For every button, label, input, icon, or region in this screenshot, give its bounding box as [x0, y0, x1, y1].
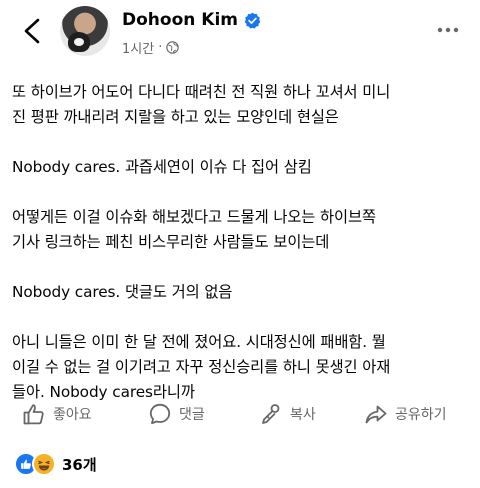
comment-button[interactable]: 댓글 — [148, 396, 205, 432]
post-paragraph: 또 하이브가 어도어 다니다 때려친 전 직원 하나 꼬셔서 미니 진 평판 까… — [12, 83, 391, 126]
post-paragraph: Nobody cares. 댓글도 거의 없음 — [12, 283, 233, 301]
copy-button[interactable]: 복사 — [259, 396, 316, 432]
more-options-icon[interactable] — [436, 22, 460, 38]
haha-reaction-icon — [32, 452, 56, 476]
back-arrow-icon[interactable] — [18, 16, 46, 46]
laughing-face-icon — [38, 460, 50, 471]
post-body: 또 하이브가 어도어 다니다 때려친 전 직원 하나 꼬셔서 미니 진 평판 까… — [12, 80, 474, 430]
avatar-cat-patch — [74, 38, 84, 46]
share-button[interactable]: 공유하기 — [364, 396, 447, 432]
avatar[interactable] — [60, 6, 110, 56]
comment-icon — [149, 403, 171, 425]
like-button[interactable]: 좋아요 — [22, 396, 92, 432]
reaction-summary[interactable]: 36개 — [14, 452, 97, 476]
thumbs-up-small-icon — [21, 459, 31, 469]
globe-icon — [166, 41, 180, 54]
like-label: 좋아요 — [53, 407, 92, 423]
author-row: Dohoon Kim — [122, 10, 261, 30]
author-name[interactable]: Dohoon Kim — [122, 10, 238, 30]
reaction-count: 36개 — [62, 455, 97, 474]
comment-label: 댓글 — [179, 407, 205, 423]
post-meta: 1시간 · — [122, 38, 180, 57]
share-copy-icon — [262, 404, 280, 424]
action-bar: 좋아요 댓글 복사 공유하기 — [0, 396, 480, 432]
post-paragraph: Nobody cares. 과즙세연이 이슈 다 집어 삼킴 — [12, 158, 312, 176]
post-timestamp[interactable]: 1시간 — [122, 38, 154, 57]
post-header: Dohoon Kim 1시간 · — [0, 0, 480, 60]
meta-separator: · — [158, 40, 163, 55]
share-arrow-icon — [365, 405, 387, 424]
verified-badge-icon — [244, 12, 261, 28]
share-label: 공유하기 — [395, 407, 447, 423]
thumbs-up-icon — [23, 404, 44, 425]
post-paragraph: 어떻게든 이걸 이슈화 해보겠다고 드물게 나오는 하이브쪽 기사 링크하는 페… — [12, 208, 376, 251]
copy-label: 복사 — [290, 407, 316, 423]
post-paragraph: 아니 니들은 이미 한 달 전에 졌어요. 시대정신에 패배함. 뭘 이길 수 … — [12, 333, 391, 401]
